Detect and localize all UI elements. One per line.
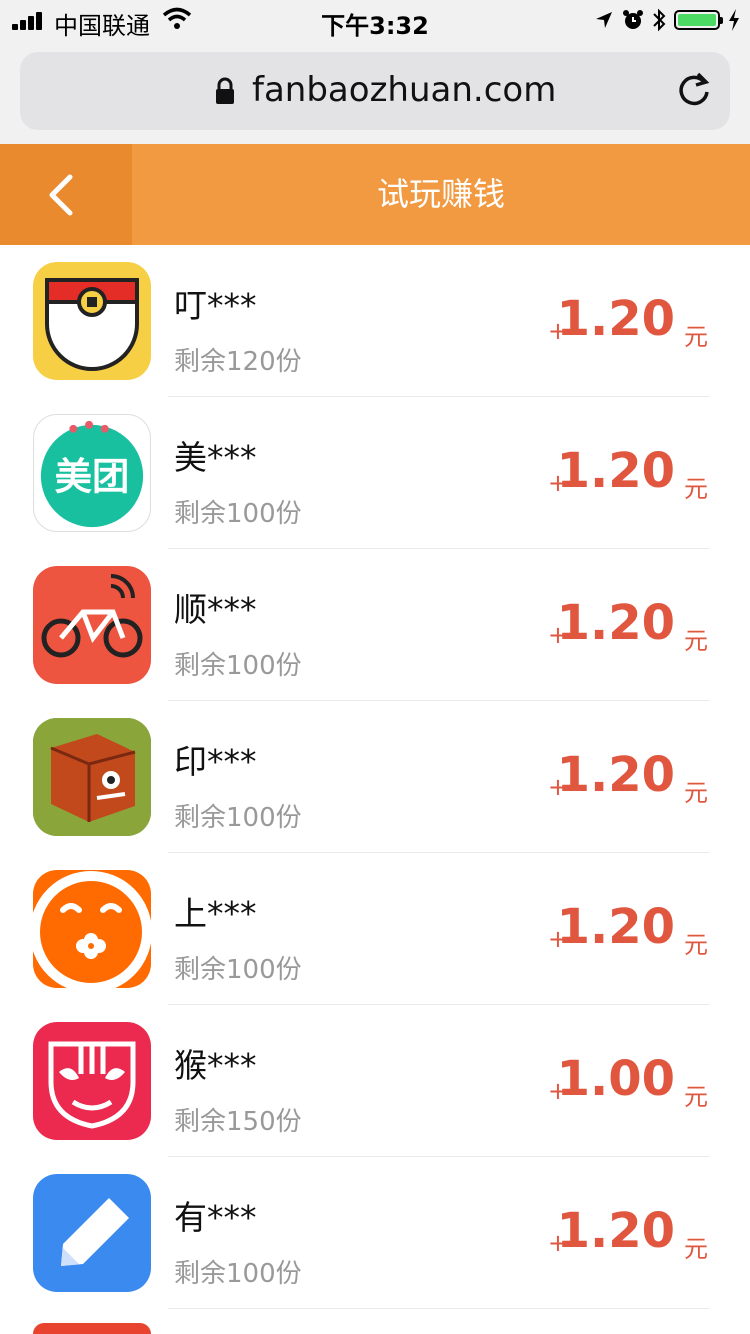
item-name: 叮*** xyxy=(174,286,257,325)
item-remaining: 剩余100份 xyxy=(174,1259,302,1289)
next-item-icon xyxy=(33,1323,151,1334)
lock-icon xyxy=(216,77,234,104)
reward-unit: 元 xyxy=(684,931,708,959)
reload-icon[interactable] xyxy=(676,72,712,108)
item-remaining: 剩余100份 xyxy=(174,803,302,833)
item-name: 上*** xyxy=(174,894,257,933)
reward-unit: 元 xyxy=(684,475,708,503)
smiley-flower-icon xyxy=(33,870,151,988)
task-list: 叮*** 剩余120份 + 1.20 元 美团 美*** 剩余100份 + 1.… xyxy=(0,245,750,1309)
browser-bar: fanbaozhuan.com xyxy=(0,42,750,144)
monster-cube-icon xyxy=(33,718,151,836)
app-header: 试玩赚钱 xyxy=(0,144,750,245)
address-bar[interactable]: fanbaozhuan.com xyxy=(20,52,730,130)
reward-unit: 元 xyxy=(684,1083,708,1111)
reward-unit: 元 xyxy=(684,1235,708,1263)
battery-icon xyxy=(674,10,723,30)
item-remaining: 剩余150份 xyxy=(174,1107,302,1137)
reward-unit: 元 xyxy=(684,779,708,807)
reward-amount: 1.20 xyxy=(556,747,675,803)
reward-amount: 1.20 xyxy=(556,291,675,347)
coin-pouch-icon xyxy=(33,262,151,380)
status-icons xyxy=(594,6,740,34)
list-item[interactable]: 顺*** 剩余100份 + 1.20 元 xyxy=(0,549,750,701)
item-remaining: 剩余100份 xyxy=(174,499,302,529)
reward-amount: 1.20 xyxy=(556,443,675,499)
alarm-icon xyxy=(623,10,643,29)
location-icon xyxy=(596,12,612,28)
list-item[interactable]: 美团 美*** 剩余100份 + 1.20 元 xyxy=(0,397,750,549)
chevron-left-icon xyxy=(49,174,73,216)
reward-amount: 1.20 xyxy=(556,1203,675,1259)
page-title: 试玩赚钱 xyxy=(376,175,505,213)
bike-icon xyxy=(33,566,151,684)
list-item[interactable]: 有*** 剩余100份 + 1.20 元 xyxy=(0,1157,750,1309)
reward-unit: 元 xyxy=(684,627,708,655)
item-remaining: 剩余100份 xyxy=(174,651,302,681)
url-text[interactable]: fanbaozhuan.com xyxy=(252,70,556,110)
item-name: 猴*** xyxy=(174,1046,257,1085)
meituan-logo-text: 美团 xyxy=(55,455,130,499)
item-remaining: 剩余120份 xyxy=(174,347,302,377)
reward-amount: 1.20 xyxy=(556,899,675,955)
monkey-mask-icon xyxy=(33,1022,151,1140)
meituan-icon: 美团 xyxy=(33,414,151,532)
item-name: 印*** xyxy=(174,742,257,781)
reward-amount: 1.20 xyxy=(556,595,675,651)
reward-amount: 1.00 xyxy=(556,1051,675,1107)
back-button[interactable] xyxy=(0,144,132,245)
bluetooth-icon xyxy=(653,8,666,32)
status-bar: 中国联通 下午3:32 xyxy=(0,0,750,42)
pencil-icon xyxy=(33,1174,151,1292)
item-name: 顺*** xyxy=(174,590,257,629)
item-name: 美*** xyxy=(174,438,257,477)
divider xyxy=(168,1308,710,1309)
list-item[interactable]: 印*** 剩余100份 + 1.20 元 xyxy=(0,701,750,853)
charging-icon xyxy=(729,9,739,31)
list-item[interactable]: 猴*** 剩余150份 + 1.00 元 xyxy=(0,1005,750,1157)
reward-unit: 元 xyxy=(684,323,708,351)
list-item[interactable]: 上*** 剩余100份 + 1.20 元 xyxy=(0,853,750,1005)
item-name: 有*** xyxy=(174,1198,257,1237)
item-remaining: 剩余100份 xyxy=(174,955,302,985)
list-item[interactable]: 叮*** 剩余120份 + 1.20 元 xyxy=(0,245,750,397)
